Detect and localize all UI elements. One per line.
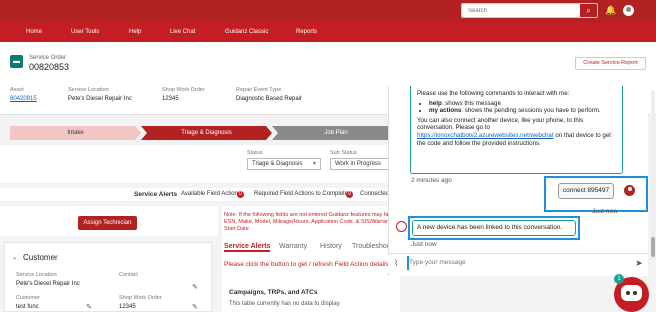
bot-help-message: Please use the following commands to int… [410,86,623,174]
connect-instructions: You can also connect another device, lik… [417,116,612,147]
send-icon[interactable]: ➤ [633,257,645,269]
message-timestamp: 2 minutes ago [411,177,452,184]
chat-message-input[interactable] [409,257,609,269]
available-count-badge: 0 [237,191,244,198]
tab-troubleshoot[interactable]: Troubleshoo [352,243,391,250]
customer-service-location-label: Service Location [16,272,57,278]
robot-icon[interactable] [621,285,642,301]
tab-service-alerts[interactable]: Service Alerts [224,243,271,252]
available-field-actions-label: Available Field Actions: [181,191,243,197]
nav-home[interactable]: Home [26,22,42,42]
shop-work-order-label: Shop Work Order [162,87,205,93]
my-actions-command: my actions: shows the pending sessions y… [429,107,616,115]
service-alerts-title: Service Alerts [134,191,178,198]
refresh-message: Please click the button to get / refresh… [224,261,391,268]
robot-eye [633,291,637,295]
required-field-actions-label: Required Field Actions to Complete: [254,191,350,197]
repair-event-type-value: Diagnostic Based Repair [236,96,303,102]
search-box[interactable]: ⌕ [461,3,598,18]
search-icon[interactable]: ⌕ [580,4,597,17]
pencil-icon[interactable]: ✎ [192,303,198,311]
asset-label: Asset [10,87,24,93]
tab-history[interactable]: History [320,243,342,250]
notification-badge: 1 [614,274,624,284]
campaigns-title: Campaigns, TRPs, and ATCs [229,289,318,296]
service-location-label: Service Location [68,87,109,93]
customer-title: Customer [23,253,58,262]
pencil-icon[interactable]: ✎ [192,283,198,291]
fields-note: Note: If the following fields are not en… [224,212,394,232]
customer-value: test func [16,304,39,310]
customer-label: Customer [16,295,40,301]
chevron-down-icon: ▼ [312,161,317,167]
chevron-down-icon[interactable]: ⌄ [12,254,17,261]
user-message: connect 895497 [558,183,614,199]
service-location-value: Pete's Diesel Repair Inc [68,96,132,102]
help-intro: Please use the following commands to int… [417,90,570,97]
bot-linked-message: A new device has been linked to this con… [412,220,576,236]
message-timestamp: Just now [592,208,618,215]
customer-shop-wo-value: 12345 [119,304,136,310]
contact-label: Contact [119,272,138,278]
service-order-label: Service Order [29,55,67,61]
search-input[interactable] [462,4,580,17]
webchat-link[interactable]: https://ionoxchatbotv2.azurewebsites.net… [417,132,554,139]
nav-guidanz-classic[interactable]: Guidanz Classic [225,22,268,42]
nav-live-chat[interactable]: Live Chat [170,22,195,42]
step-intake[interactable]: Intake [10,126,141,140]
tab-warranty[interactable]: Warranty [279,243,307,250]
user-avatar [624,185,635,196]
nav-reports[interactable]: Reports [296,22,317,42]
truck-icon: ▬ [10,55,23,68]
customer-service-location-value: Pete's Diesel Repair Inc [16,281,80,287]
pencil-icon[interactable]: ✎ [86,303,92,311]
service-order-number: 00820853 [29,62,70,72]
step-triage-diagnosis[interactable]: Triage & Diagnosis [141,126,272,140]
help-command: help: shows this message [429,100,616,108]
bot-avatar [396,221,407,232]
nav-help[interactable]: Help [129,22,141,42]
step-job-plan[interactable]: Job Plan [272,126,400,140]
asset-link[interactable]: 80420915 [10,96,37,102]
status-label: Status [247,150,263,156]
required-count-badge: 0 [346,191,353,198]
campaigns-empty: This table currently has no data to disp… [229,301,340,307]
shop-work-order-value: 12345 [162,96,179,102]
repair-event-type-label: Repair Event Type [236,87,282,93]
message-timestamp: Just now [411,241,437,248]
status-select[interactable]: Triage & Diagnosis ▼ [247,158,321,170]
bell-icon[interactable]: 🔔 [605,4,616,16]
assign-technician-button[interactable]: Assign Technician [78,216,137,230]
paperclip-icon[interactable]: ⌇ [394,257,402,269]
chat-scrollbar[interactable] [651,90,655,260]
nav-user-tools[interactable]: User Tools [71,22,99,42]
chat-scrollbar-thumb[interactable] [651,237,655,257]
substatus-label: Sub Status [330,150,357,156]
customer-shop-wo-label: Shop Work Order [119,295,162,301]
robot-eye [626,291,630,295]
avatar[interactable] [623,5,634,16]
connected-label: Connected [360,191,390,197]
create-service-report-button[interactable]: Create Service Report [575,57,646,70]
main-nav: Home User Tools Help Live Chat Guidanz C… [0,22,656,42]
